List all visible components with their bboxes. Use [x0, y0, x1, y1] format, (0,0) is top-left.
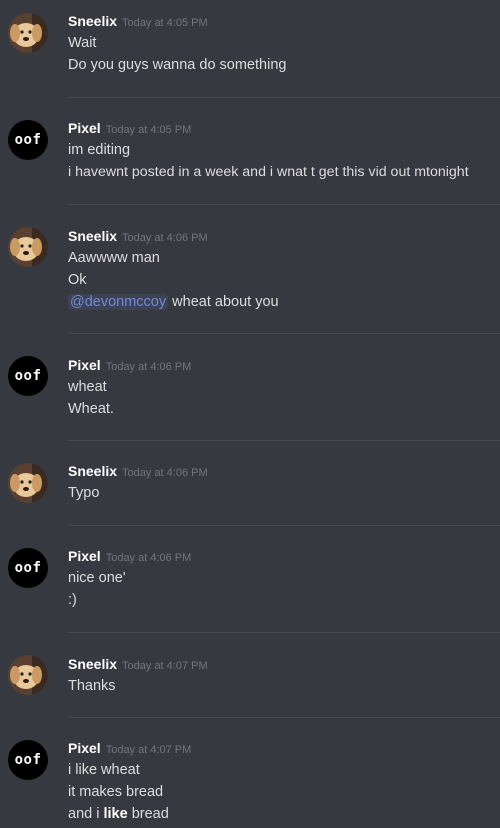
- message-group: Sneelix Today at 4:06 PM Typo: [0, 441, 500, 525]
- dog-photo-avatar-icon: [8, 227, 48, 267]
- message-group: Sneelix Today at 4:05 PM Wait Do you guys…: [0, 0, 500, 98]
- message-line: im editing: [68, 142, 131, 158]
- timestamp: Today at 4:06 PM: [122, 467, 208, 479]
- message-line: Do you guys wanna do something: [68, 57, 287, 73]
- username[interactable]: Sneelix: [68, 228, 117, 244]
- message-line: i like wheat: [68, 762, 140, 778]
- timestamp: Today at 4:06 PM: [122, 232, 208, 244]
- timestamp: Today at 4:05 PM: [105, 124, 192, 136]
- avatar[interactable]: oof: [8, 356, 48, 396]
- message-group: oof Pixel Today at 4:05 PM im editing i h…: [0, 98, 500, 204]
- message-line: it makes bread: [68, 784, 164, 800]
- message-line: i havewnt posted in a week and i wnat t …: [68, 164, 469, 180]
- avatar[interactable]: [8, 655, 48, 695]
- message-line: @devonmccoy wheat about you: [68, 291, 279, 313]
- message-group: Sneelix Today at 4:06 PM Aawwww man Ok @d…: [0, 205, 500, 333]
- bold-text: like: [103, 806, 128, 822]
- oof-avatar-icon: oof: [14, 368, 42, 384]
- message-line: Thanks: [68, 678, 116, 694]
- timestamp: Today at 4:06 PM: [105, 552, 192, 564]
- message-text: wheat about you: [168, 294, 279, 310]
- avatar[interactable]: oof: [8, 740, 48, 780]
- user-mention[interactable]: @devonmccoy: [68, 294, 169, 310]
- message-line: Aawwww man: [68, 250, 160, 266]
- message-group: Sneelix Today at 4:07 PM Thanks: [0, 633, 500, 717]
- message-line: :): [68, 592, 77, 608]
- message-line: and i like bread: [68, 803, 169, 825]
- message-line: Ok: [68, 272, 87, 288]
- oof-avatar-icon: oof: [14, 752, 42, 768]
- timestamp: Today at 4:07 PM: [122, 660, 208, 672]
- username[interactable]: Sneelix: [68, 463, 117, 479]
- message-line: Wheat.: [68, 401, 114, 417]
- username[interactable]: Pixel: [68, 357, 101, 373]
- username[interactable]: Sneelix: [68, 656, 117, 672]
- timestamp: Today at 4:05 PM: [122, 17, 208, 29]
- avatar[interactable]: oof: [8, 120, 48, 160]
- message-group: oof Pixel Today at 4:07 PM i like wheat i…: [0, 718, 500, 828]
- avatar[interactable]: [8, 463, 48, 503]
- avatar[interactable]: [8, 13, 48, 53]
- message-line: Typo: [68, 485, 100, 501]
- timestamp: Today at 4:07 PM: [105, 744, 192, 756]
- timestamp: Today at 4:06 PM: [105, 361, 192, 373]
- username[interactable]: Pixel: [68, 740, 101, 756]
- avatar[interactable]: [8, 227, 48, 267]
- dog-photo-avatar-icon: [8, 655, 48, 695]
- username[interactable]: Sneelix: [68, 13, 117, 29]
- message-line: nice one': [68, 570, 126, 586]
- oof-avatar-icon: oof: [14, 560, 42, 576]
- message-line: wheat: [68, 379, 107, 395]
- message-text: bread: [127, 806, 169, 822]
- message-group: oof Pixel Today at 4:06 PM wheat Wheat.: [0, 334, 500, 440]
- oof-avatar-icon: oof: [14, 132, 42, 148]
- message-text: and i: [68, 806, 104, 822]
- chat-message-list: Sneelix Today at 4:05 PM Wait Do you guys…: [0, 0, 500, 828]
- avatar[interactable]: oof: [8, 548, 48, 588]
- username[interactable]: Pixel: [68, 548, 101, 564]
- dog-photo-avatar-icon: [8, 463, 48, 503]
- message-line: Wait: [68, 35, 97, 51]
- username[interactable]: Pixel: [68, 120, 101, 136]
- message-group: oof Pixel Today at 4:06 PM nice one' :): [0, 526, 500, 632]
- dog-photo-avatar-icon: [8, 13, 48, 53]
